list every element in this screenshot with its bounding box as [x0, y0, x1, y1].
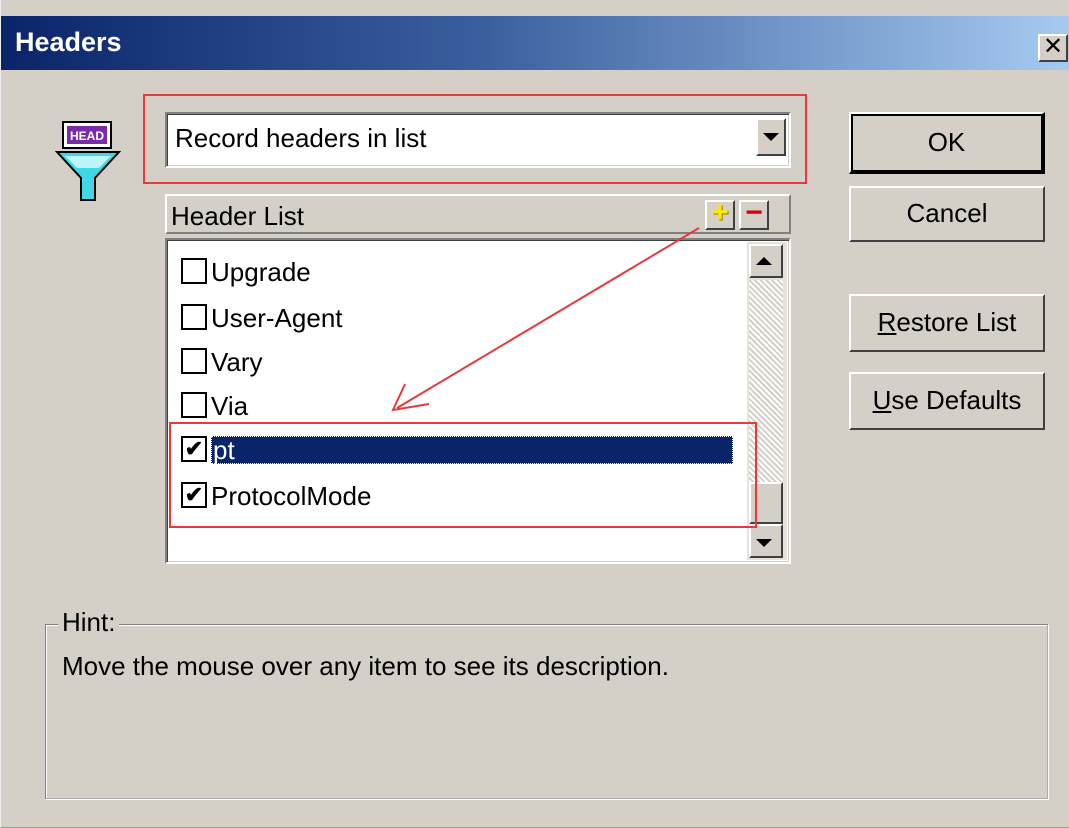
- annotation-arrow: [391, 227, 700, 412]
- headers-dialog: Headers ✕ HEAD Record headers in list He…: [0, 0, 1069, 828]
